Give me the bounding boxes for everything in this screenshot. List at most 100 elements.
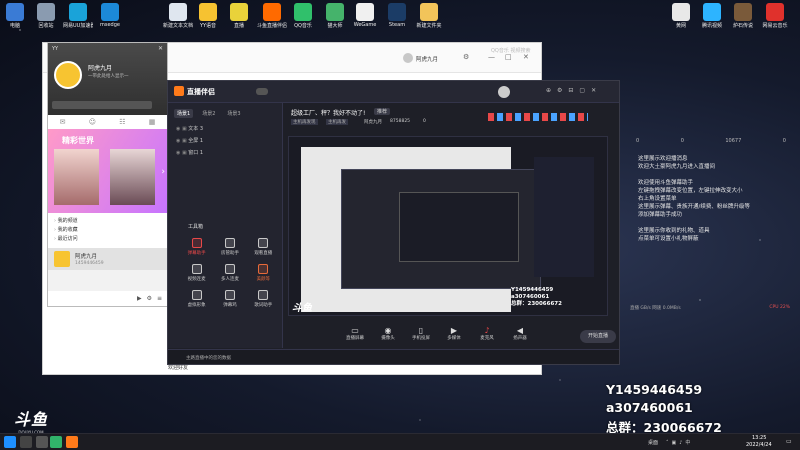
tray-label[interactable]: 桌面 (648, 439, 658, 446)
toolbar-button[interactable]: ◀ 扬声器 (508, 326, 532, 341)
avatar[interactable] (54, 61, 82, 89)
start-live-button[interactable]: 开始直播 (580, 330, 616, 343)
notification-icon[interactable]: ▭ (786, 438, 792, 445)
tool-item[interactable]: 观看直播 (247, 238, 280, 256)
chevron-right-icon[interactable]: › (161, 167, 165, 177)
tab-scene[interactable]: 场景2 (199, 109, 218, 118)
minimize-icon[interactable]: — (488, 53, 495, 61)
source-item[interactable]: ◉ ▣ 全屏 1 (176, 135, 274, 147)
yy-title: YY (52, 46, 59, 52)
settings-icon[interactable]: ⚙ (147, 295, 152, 302)
tab-scene[interactable]: 场景1 (174, 109, 194, 118)
chat-line (638, 171, 750, 179)
desktop-icon[interactable]: 新建文本文档.txt (163, 3, 193, 29)
toolbar-button[interactable]: ♪ 麦克风 (475, 326, 499, 341)
desktop-icon[interactable]: 网易云音乐 (760, 3, 790, 29)
toolbar-button[interactable]: ▭ 直播屏幕 (343, 326, 367, 341)
notification-icon[interactable] (256, 88, 268, 95)
desktop-icon[interactable]: 炉石传说 (728, 3, 758, 29)
tool-label: 虚拟形象 (187, 303, 206, 308)
close-icon[interactable]: ✕ (523, 53, 529, 61)
app-icon (263, 3, 281, 21)
desktop-icon[interactable]: 斗鱼直播伴侣 (257, 3, 287, 29)
desktop-icon[interactable]: 直播 (224, 3, 254, 29)
menu-icon[interactable]: ≡ (157, 295, 162, 302)
maximize-icon[interactable]: □ (505, 53, 512, 61)
companion-titlebar[interactable]: 直播伴侣 ⊕⚙⊟▢✕ (168, 81, 619, 103)
desktop-icon[interactable]: WeGame (350, 3, 380, 28)
desktop-icon-label: Steam (388, 22, 406, 28)
tool-item[interactable]: 美颜等 (247, 264, 280, 282)
toolbar-label: 直播屏幕 (346, 336, 364, 341)
tool-item[interactable]: 虚拟形象 (180, 290, 213, 308)
tool-label: 房管助手 (220, 251, 239, 256)
toolbar-button[interactable]: ◉ 摄像头 (376, 326, 400, 341)
chat-icon[interactable]: ✉ (60, 118, 66, 126)
apps-icon[interactable]: ▦ (149, 118, 156, 126)
tab-scene[interactable]: 场景3 (224, 109, 243, 118)
start-icon[interactable] (4, 436, 16, 448)
yy-banner[interactable]: 精彩世界 › (48, 129, 167, 213)
taskview-icon[interactable] (36, 436, 48, 448)
overlay-id-line: Y1459446459 (606, 382, 703, 397)
yy-menu-item[interactable]: › 最近访问 (54, 235, 161, 244)
tool-item[interactable]: 弹幕助手 (180, 238, 213, 256)
close-icon[interactable]: ✕ (158, 45, 163, 52)
app-icon (37, 3, 55, 21)
video-icon[interactable]: ▶ (137, 295, 142, 302)
desktop-icon[interactable]: 网易UU加速器 (63, 3, 93, 29)
desktop-icon[interactable]: 新建文件夹 (414, 3, 444, 29)
desktop-icon-label: 斗鱼直播伴侣 (257, 23, 287, 29)
source-list: ◉ ▣ 文本 3 ◉ ▣ 全屏 1 ◉ ▣ 窗口 1 (168, 121, 282, 161)
desktop-icon[interactable]: 电脑 (0, 3, 30, 29)
yy-tabs: ✉ ☺ ☷ ▦ (48, 115, 167, 129)
stream-tag[interactable]: 推荐 (374, 108, 391, 115)
desktop-icon[interactable]: Steam (382, 3, 412, 28)
window-controls: ⊕⚙⊟▢✕ (546, 87, 603, 94)
source-item[interactable]: ◉ ▣ 窗口 1 (176, 147, 274, 159)
desktop-icon-label: 电脑 (9, 23, 20, 29)
yy-menu-item[interactable]: › 我的收藏 (54, 226, 161, 235)
taskbar-app-icon[interactable] (50, 436, 62, 448)
search-icon[interactable] (20, 436, 32, 448)
category-b[interactable]: 主机再发 (326, 119, 348, 125)
desktop-icon[interactable]: QQ音乐 (288, 3, 318, 29)
toolbox-grid: 弹幕助手 房管助手 观看直播视频连麦 多人连麦 美颜等虚拟形象 弹幕鸡 歌词助手 (180, 238, 280, 308)
clock-date: 2022/4/24 (746, 442, 772, 448)
group-icon[interactable]: ☷ (119, 118, 125, 126)
desktop-icon[interactable]: 黄网 (666, 3, 696, 29)
yy-header: YY ✕ 阿虎九月 一带此处给人显示一 (48, 43, 167, 115)
tool-item[interactable]: 弹幕鸡 (213, 290, 246, 308)
companion-window[interactable]: 直播伴侣 ⊕⚙⊟▢✕ 场景1 场景2 场景3 ◉ ▣ 文本 3 ◉ ▣ 全屏 1 ◉ ▣… (167, 80, 620, 365)
app-icon (169, 3, 187, 21)
taskbar-app-icon[interactable] (66, 436, 78, 448)
desktop-icon[interactable]: 回收站 (31, 3, 61, 29)
overlay-id-line: a307460061 (606, 400, 693, 415)
yy-window[interactable]: YY ✕ 阿虎九月 一带此处给人显示一 ✉ ☺ ☷ ▦ 精彩世界 › › 我的频道 › … (47, 42, 168, 307)
category-a[interactable]: 主机再发现 (291, 119, 318, 125)
tool-item[interactable]: 房管助手 (213, 238, 246, 256)
app-icon (766, 3, 784, 21)
desktop-icon[interactable]: 猫大师 (320, 3, 350, 29)
tool-item[interactable]: 歌词助手 (247, 290, 280, 308)
toolbar-label: 手机投屏 (412, 336, 430, 341)
danmaku-panel: 0 0 10677 0 这里展示欢迎播消息 欢迎大土豪阿虎九月进入直播间 欢迎使用斗鱼弹… (630, 130, 792, 320)
desktop-icon-label: 新建文本文档.txt (163, 23, 193, 29)
tool-item[interactable]: 视频连麦 (180, 264, 213, 282)
yy-recent-item[interactable]: 阿虎九月 1459446459 (48, 248, 167, 270)
recent-name: 阿虎九月 (75, 254, 98, 260)
avatar[interactable] (498, 86, 510, 98)
search-input[interactable] (52, 101, 152, 109)
contacts-icon[interactable]: ☺ (89, 118, 96, 126)
source-item[interactable]: ◉ ▣ 文本 3 (176, 123, 274, 135)
tool-item[interactable]: 多人连麦 (213, 264, 246, 282)
toolbar-button[interactable]: ▯ 手机投屏 (409, 326, 433, 341)
settings-icon[interactable]: ⚙ (463, 53, 469, 61)
toolbar-label: 摄像头 (381, 336, 395, 341)
desktop-icon-label: 黄网 (675, 23, 686, 29)
desktop-icon[interactable]: YY语音 (193, 3, 223, 29)
yy-menu-item[interactable]: › 我的频道 (54, 217, 161, 226)
toolbar-button[interactable]: ▶ 多媒体 (442, 326, 466, 341)
desktop-icon[interactable]: msedge (95, 3, 125, 28)
desktop-icon[interactable]: 腾讯视频 (697, 3, 727, 29)
